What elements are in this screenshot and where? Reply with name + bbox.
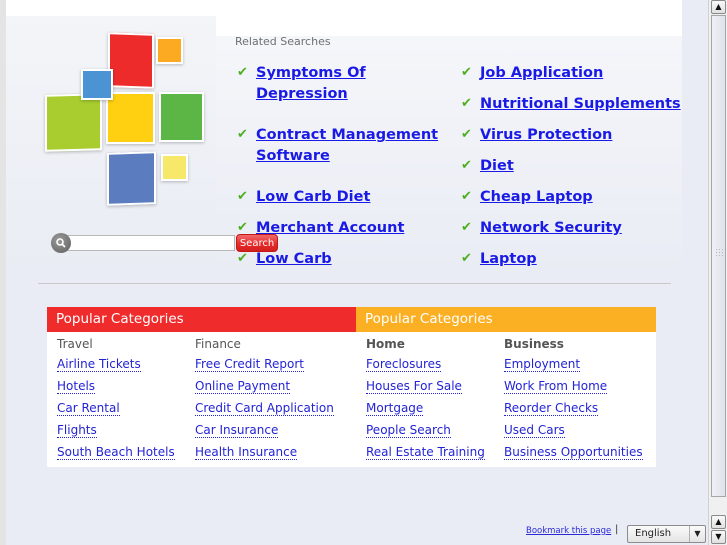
category-title: Travel — [57, 337, 93, 351]
category-link[interactable]: Hotels — [57, 380, 96, 394]
related-search-link[interactable]: Diet — [480, 158, 514, 174]
category-column-home: Home Foreclosures Houses For Sale Mortga… — [366, 338, 485, 463]
checkmark-icon: ✔ — [237, 65, 248, 80]
scroll-down-button[interactable]: ▼ — [711, 530, 726, 544]
logo-tile-lightblue — [81, 69, 113, 100]
checkmark-icon: ✔ — [461, 127, 472, 142]
related-search-link[interactable]: Virus Protection — [480, 127, 612, 143]
related-search-item: ✔ Low Carb — [237, 248, 447, 279]
category-link[interactable]: Work From Home — [504, 380, 608, 394]
category-box-header: Popular Categories — [47, 307, 357, 332]
related-search-item: ✔ Job Application — [461, 62, 681, 93]
category-link[interactable]: Houses For Sale — [366, 380, 462, 394]
checkmark-icon: ✔ — [237, 127, 248, 142]
language-selected-value: English — [635, 528, 672, 539]
checkmark-icon: ✔ — [461, 189, 472, 204]
top-band-right — [216, 16, 682, 36]
checkmark-icon: ✔ — [461, 158, 472, 173]
scrollbar-thumb[interactable] — [711, 15, 726, 497]
section-divider — [38, 283, 671, 284]
category-link[interactable]: Foreclosures — [366, 358, 442, 372]
grip-icon — [715, 248, 723, 258]
category-link[interactable]: Online Payment — [195, 380, 291, 394]
related-search-item: ✔ Network Security — [461, 217, 681, 248]
category-link[interactable]: Business Opportunities — [504, 446, 643, 460]
popular-categories-box-2: Popular Categories Home Foreclosures Hou… — [356, 307, 656, 467]
category-link[interactable]: Used Cars — [504, 424, 565, 438]
vertical-scrollbar[interactable]: ▲ ▲ ▼ — [708, 0, 727, 545]
category-link[interactable]: Car Rental — [57, 402, 120, 416]
related-search-item: ✔ Low Carb Diet — [237, 186, 447, 217]
category-box-header: Popular Categories — [356, 307, 656, 332]
top-band — [6, 0, 682, 16]
related-search-link[interactable]: Low Carb — [256, 251, 332, 267]
scroll-up-button-bottom[interactable]: ▲ — [711, 515, 726, 529]
category-column-finance: Finance Free Credit Report Online Paymen… — [195, 338, 334, 463]
category-title: Home — [366, 337, 405, 351]
checkmark-icon: ✔ — [237, 189, 248, 204]
chevron-down-icon: ▼ — [689, 526, 705, 542]
footer-separator: | — [615, 524, 619, 535]
related-search-link[interactable]: Laptop — [480, 251, 537, 267]
category-column-business: Business Employment Work From Home Reord… — [504, 338, 643, 463]
bookmark-link[interactable]: Bookmark this page — [526, 526, 611, 536]
category-link[interactable]: Employment — [504, 358, 581, 372]
category-link[interactable]: Reorder Checks — [504, 402, 599, 416]
related-search-item: ✔ Nutritional Supplements — [461, 93, 681, 124]
checkmark-icon: ✔ — [461, 220, 472, 235]
category-link[interactable]: Mortgage — [366, 402, 424, 416]
related-search-item: ✔ Diet — [461, 155, 681, 186]
related-search-item: ✔ Cheap Laptop — [461, 186, 681, 217]
related-search-link[interactable]: Low Carb Diet — [256, 189, 370, 205]
popular-categories-box-1: Popular Categories Travel Airline Ticket… — [47, 307, 357, 467]
category-link[interactable]: Credit Card Application — [195, 402, 334, 416]
related-searches-title: Related Searches — [235, 35, 331, 48]
related-search-link[interactable]: Symptoms Of Depression — [256, 65, 366, 102]
related-search-item: ✔ Symptoms Of Depression — [237, 62, 447, 124]
checkmark-icon: ✔ — [461, 65, 472, 80]
logo-tile-red — [108, 32, 154, 89]
related-search-link[interactable]: Contract Management Software — [256, 127, 438, 164]
related-search-link[interactable]: Nutritional Supplements — [480, 96, 681, 112]
category-title: Business — [504, 337, 564, 351]
related-search-item: ✔ Merchant Account — [237, 217, 447, 248]
site-logo — [40, 30, 210, 210]
related-search-item: ✔ Virus Protection — [461, 124, 681, 155]
checkmark-icon: ✔ — [237, 251, 248, 266]
checkmark-icon: ✔ — [461, 251, 472, 266]
category-title: Finance — [195, 337, 241, 351]
magnifier-icon — [51, 233, 71, 253]
category-link[interactable]: Flights — [57, 424, 97, 438]
category-link[interactable]: Car Insurance — [195, 424, 279, 438]
related-search-item: ✔ Laptop — [461, 248, 681, 279]
logo-tile-yellow — [106, 92, 155, 144]
checkmark-icon: ✔ — [461, 96, 472, 111]
category-link[interactable]: Free Credit Report — [195, 358, 304, 372]
category-column-travel: Travel Airline Tickets Hotels Car Rental… — [57, 338, 175, 463]
related-search-link[interactable]: Merchant Account — [256, 220, 404, 236]
logo-tile-lightgreen — [45, 93, 102, 152]
scroll-up-button[interactable]: ▲ — [711, 0, 726, 14]
category-link[interactable]: Airline Tickets — [57, 358, 141, 372]
logo-tile-orange — [156, 37, 183, 64]
category-link[interactable]: Health Insurance — [195, 446, 298, 460]
category-link[interactable]: South Beach Hotels — [57, 446, 175, 460]
related-search-link[interactable]: Network Security — [480, 220, 622, 236]
related-search-link[interactable]: Cheap Laptop — [480, 189, 593, 205]
logo-tile-paleyellow — [161, 154, 188, 181]
logo-tile-green — [159, 92, 204, 142]
related-search-link[interactable]: Job Application — [480, 65, 603, 81]
related-search-item: ✔ Contract Management Software — [237, 124, 447, 186]
logo-tile-blue — [107, 151, 156, 206]
related-searches-column-1: ✔ Symptoms Of Depression ✔ Contract Mana… — [237, 62, 447, 279]
category-link[interactable]: Real Estate Training — [366, 446, 485, 460]
checkmark-icon: ✔ — [237, 220, 248, 235]
search-input[interactable] — [67, 235, 235, 251]
language-select[interactable]: English ▼ — [627, 525, 706, 543]
related-searches-column-2: ✔ Job Application ✔ Nutritional Suppleme… — [461, 62, 681, 279]
category-link[interactable]: People Search — [366, 424, 451, 438]
